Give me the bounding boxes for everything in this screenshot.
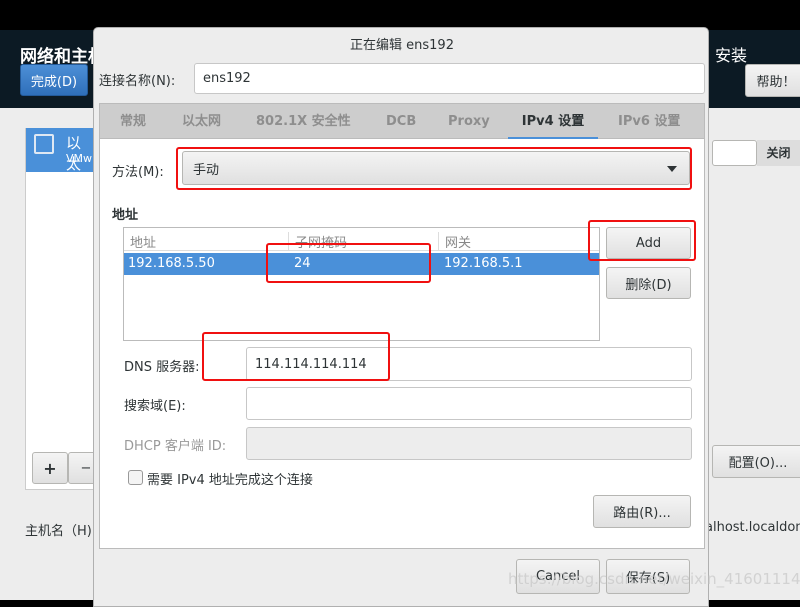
tab-ethernet[interactable]: 以太网 xyxy=(182,104,221,140)
column-header-address[interactable]: 地址 xyxy=(130,232,156,251)
ethernet-icon xyxy=(34,134,54,154)
hostname-value: alhost.localdoma xyxy=(705,520,800,535)
chevron-down-icon xyxy=(667,166,677,172)
cell-gateway[interactable]: 192.168.5.1 xyxy=(444,256,523,271)
cell-netmask[interactable]: 24 xyxy=(294,256,311,271)
edit-dialog: 正在编辑 ens192 连接名称(N): ens192 常规 以太网 802.1… xyxy=(93,27,709,607)
require-ipv4-label[interactable]: 需要 IPv4 地址完成这个连接 xyxy=(147,469,313,488)
add-address-button[interactable]: Add xyxy=(606,227,691,259)
tab-bar: 常规 以太网 802.1X 安全性 DCB Proxy IPv4 设置 IPv6… xyxy=(99,103,705,140)
add-connection-button[interactable]: + xyxy=(32,452,68,484)
method-dropdown[interactable]: 手动 xyxy=(182,151,690,185)
dhcp-client-id-label: DHCP 客户端 ID: xyxy=(124,439,227,454)
connection-list xyxy=(25,128,95,490)
search-domain-input[interactable] xyxy=(246,387,692,420)
help-button[interactable]: 帮助！ xyxy=(745,64,800,97)
install-title: 安装 xyxy=(715,46,748,65)
tab-proxy[interactable]: Proxy xyxy=(448,104,490,140)
connection-item[interactable]: 以太 VMw xyxy=(26,128,94,173)
search-domain-label: 搜索域(E): xyxy=(124,399,186,414)
watermark: https://blog.csdn.net/weixin_41601114 xyxy=(508,570,800,588)
column-header-gateway[interactable]: 网关 xyxy=(438,232,471,251)
conn-name-input[interactable]: ens192 xyxy=(194,63,705,94)
dhcp-client-id-input[interactable] xyxy=(246,427,692,460)
tab-ipv6[interactable]: IPv6 设置 xyxy=(618,104,680,140)
address-table: 地址 子网掩码 网关 192.168.5.50 24 192.168.5.1 xyxy=(123,227,600,341)
tab-ipv4[interactable]: IPv4 设置 xyxy=(508,104,598,140)
hostname-label: 主机名（H) xyxy=(25,524,92,539)
column-header-netmask[interactable]: 子网掩码 xyxy=(288,232,347,251)
routes-button[interactable]: 路由(R)... xyxy=(593,495,691,528)
done-button[interactable]: 完成(D) xyxy=(20,64,88,96)
connection-sub: VMw xyxy=(66,152,93,165)
method-value: 手动 xyxy=(193,162,220,178)
dns-label: DNS 服务器: xyxy=(124,360,200,375)
conn-name-label: 连接名称(N): xyxy=(99,74,176,89)
table-row[interactable]: 192.168.5.50 24 192.168.5.1 xyxy=(124,253,599,275)
toggle-label: 关闭 xyxy=(757,140,800,166)
tab-dcb[interactable]: DCB xyxy=(386,104,416,140)
table-header: 地址 子网掩码 网关 xyxy=(124,228,599,251)
dns-input[interactable]: 114.114.114.114 xyxy=(246,347,692,381)
connection-toggle[interactable] xyxy=(712,140,757,166)
require-ipv4-checkbox[interactable] xyxy=(128,470,143,485)
method-label: 方法(M): xyxy=(112,165,164,180)
dialog-title: 正在编辑 ens192 xyxy=(350,38,454,53)
delete-address-button[interactable]: 删除(D) xyxy=(606,267,691,299)
address-section-title: 地址 xyxy=(112,208,139,223)
cell-address[interactable]: 192.168.5.50 xyxy=(128,256,215,271)
configure-button[interactable]: 配置(O)... xyxy=(712,445,800,478)
tab-8021x[interactable]: 802.1X 安全性 xyxy=(256,104,351,140)
tab-general[interactable]: 常规 xyxy=(120,104,146,140)
